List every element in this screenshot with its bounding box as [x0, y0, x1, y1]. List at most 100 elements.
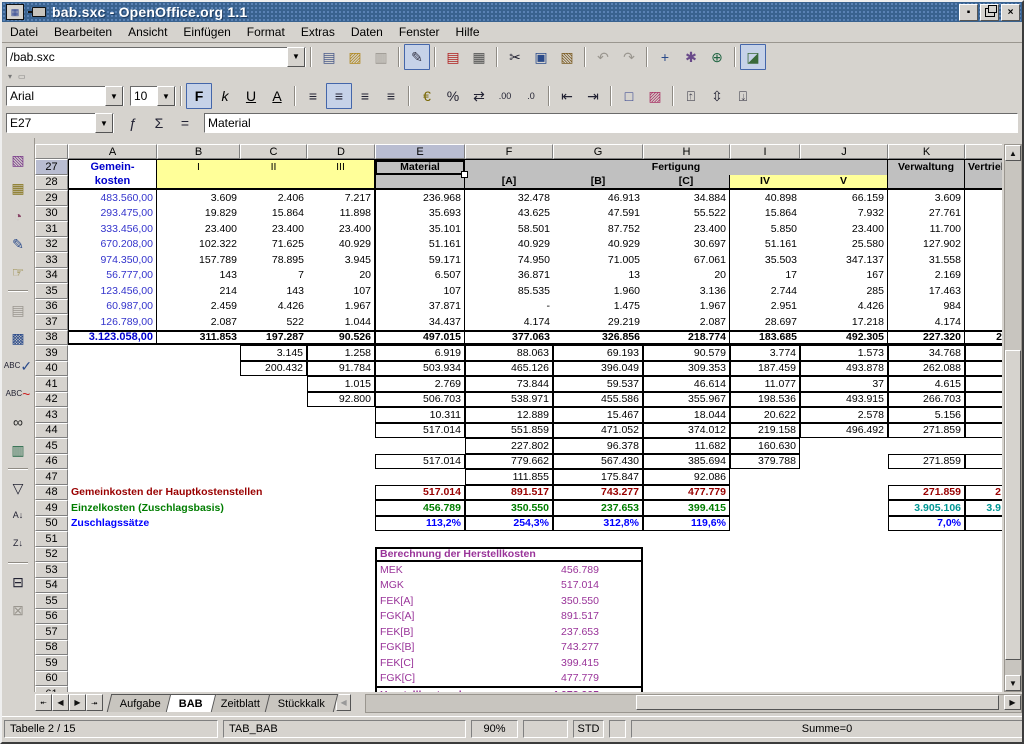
cell-J33[interactable]: 347.137 — [800, 252, 888, 268]
cell-A32[interactable]: 670.208,00 — [68, 237, 157, 253]
cell-A48[interactable]: Gemeinkosten der Hauptkostenstellen — [68, 485, 375, 501]
cell-D35[interactable]: 107 — [307, 283, 375, 299]
cell-D39[interactable]: 1.258 — [307, 345, 375, 361]
empty-cells[interactable] — [965, 268, 1002, 284]
formula-input[interactable] — [205, 115, 1017, 131]
url-combo[interactable]: ▼ — [6, 47, 306, 67]
cell-H39[interactable]: 90.579 — [643, 345, 730, 361]
insert-object-button[interactable]: ◔ — [4, 202, 32, 229]
cell-E35[interactable]: 107 — [375, 283, 465, 299]
cell-D30[interactable]: 11.898 — [307, 206, 375, 222]
cell-B31[interactable]: 23.400 — [157, 221, 240, 237]
cell-F59[interactable]: 399.415 — [465, 655, 643, 671]
row-header-29[interactable]: 29 — [35, 190, 68, 206]
scroll-right-icon[interactable]: ▶ — [1004, 695, 1021, 710]
cell-C37[interactable]: 522 — [240, 314, 307, 330]
cell-G33[interactable]: 71.005 — [553, 252, 643, 268]
cell-E49[interactable]: 456.789 — [375, 500, 465, 516]
cell-I40[interactable]: 187.459 — [730, 361, 800, 377]
title-bar[interactable]: ▦ bab.sxc - OpenOffice.org 1.1 ▪ × — [2, 2, 1022, 22]
row-header-59[interactable]: 59 — [35, 655, 68, 671]
row-header-60[interactable]: 60 — [35, 671, 68, 687]
cell-G38[interactable]: 326.856 — [553, 330, 643, 346]
cell-K30[interactable]: 27.761 — [888, 206, 965, 222]
cell-K36[interactable]: 984 — [888, 299, 965, 315]
cell-J29[interactable]: 66.159 — [800, 190, 888, 206]
data-sources-button[interactable]: ▥ — [4, 436, 32, 463]
empty-cells[interactable] — [965, 299, 1002, 315]
cell-G39[interactable]: 69.193 — [553, 345, 643, 361]
cell-E59[interactable]: FEK[C] — [375, 655, 465, 671]
cell-K48[interactable]: 271.859 — [888, 485, 965, 501]
print-button[interactable]: ▦ — [466, 44, 492, 70]
row-header-41[interactable]: 41 — [35, 376, 68, 392]
font-size-dropdown-icon[interactable]: ▼ — [157, 86, 175, 106]
cell-E54[interactable]: MGK — [375, 578, 465, 594]
gallery-button[interactable]: ◪ — [740, 44, 766, 70]
cell-I38[interactable]: 183.685 — [730, 330, 800, 346]
cell-C38[interactable]: 197.287 — [240, 330, 307, 346]
cell-E28[interactable] — [375, 175, 465, 191]
cell-I32[interactable]: 51.161 — [730, 237, 800, 253]
menu-format[interactable]: Format — [239, 23, 293, 41]
cell-K46[interactable]: 271.859 — [888, 454, 965, 470]
cell-G46[interactable]: 567.430 — [553, 454, 643, 470]
cell-I44[interactable]: 219.158 — [730, 423, 800, 439]
align-left-button[interactable]: ≡ — [300, 83, 326, 109]
cell-D36[interactable]: 1.967 — [307, 299, 375, 315]
menu-daten[interactable]: Daten — [343, 23, 391, 41]
sheet-tab-stückkalk[interactable]: Stückkalk — [265, 694, 339, 712]
cell-G42[interactable]: 455.586 — [553, 392, 643, 408]
cell-L40[interactable] — [965, 361, 1002, 377]
modified-flag[interactable] — [609, 720, 626, 738]
row-header-37[interactable]: 37 — [35, 314, 68, 330]
cell-J43[interactable]: 2.578 — [800, 407, 888, 423]
menu-ansicht[interactable]: Ansicht — [120, 23, 175, 41]
cell-F60[interactable]: 477.779 — [465, 671, 643, 687]
cell-K41[interactable]: 4.615 — [888, 376, 965, 392]
cell-H34[interactable]: 20 — [643, 268, 730, 284]
column-header-A[interactable]: A — [68, 144, 157, 159]
cell-A35[interactable]: 123.456,00 — [68, 283, 157, 299]
menu-einfügen[interactable]: Einfügen — [175, 23, 238, 41]
empty-cells[interactable] — [965, 221, 1002, 237]
cell-D32[interactable]: 40.929 — [307, 237, 375, 253]
row-header-47[interactable]: 47 — [35, 469, 68, 485]
empty-cells[interactable] — [643, 655, 1002, 671]
cell-H28[interactable]: [C] — [643, 175, 730, 191]
find-replace-button[interactable]: ∞ — [4, 408, 32, 435]
number-format-currency-button[interactable]: € — [414, 83, 440, 109]
cell-H36[interactable]: 1.967 — [643, 299, 730, 315]
cell-A30[interactable]: 293.475,00 — [68, 206, 157, 222]
empty-cells[interactable] — [68, 655, 375, 671]
first-sheet-icon[interactable]: ⯬ — [35, 694, 52, 711]
cell-F46[interactable]: 779.662 — [465, 454, 553, 470]
empty-cells[interactable] — [965, 252, 1002, 268]
cell-C29[interactable]: 2.406 — [240, 190, 307, 206]
cell-F57[interactable]: 237.653 — [465, 624, 643, 640]
empty-cells[interactable] — [68, 407, 375, 423]
cell-G36[interactable]: 1.475 — [553, 299, 643, 315]
row-header-57[interactable]: 57 — [35, 624, 68, 640]
row-header-33[interactable]: 33 — [35, 252, 68, 268]
formula-input-line[interactable] — [204, 113, 1018, 133]
increase-indent-button[interactable]: ⇥ — [580, 83, 606, 109]
align-bottom-button[interactable]: ⍗ — [730, 83, 756, 109]
row-header-38[interactable]: 38 — [35, 330, 68, 346]
sort-ascending-button[interactable]: A↓ — [4, 502, 32, 529]
name-box[interactable]: ▼ — [6, 113, 114, 133]
empty-cells[interactable] — [965, 190, 1002, 206]
cell-H44[interactable]: 374.012 — [643, 423, 730, 439]
spreadsheet-grid[interactable]: ABCDEFGHIJK 27Gemein-IIIIIIMaterialFerti… — [35, 144, 1002, 692]
cell-H42[interactable]: 355.967 — [643, 392, 730, 408]
function-autopilot-button[interactable]: ƒ — [120, 110, 146, 136]
cell-C35[interactable]: 143 — [240, 283, 307, 299]
cell-K40[interactable]: 262.088 — [888, 361, 965, 377]
row-header-42[interactable]: 42 — [35, 392, 68, 408]
cell-K31[interactable]: 11.700 — [888, 221, 965, 237]
cell-A31[interactable]: 333.456,00 — [68, 221, 157, 237]
scroll-down-icon[interactable]: ▼ — [1005, 675, 1021, 691]
cell-H32[interactable]: 30.697 — [643, 237, 730, 253]
cell-E58[interactable]: FGK[B] — [375, 640, 465, 656]
row-header-36[interactable]: 36 — [35, 299, 68, 315]
